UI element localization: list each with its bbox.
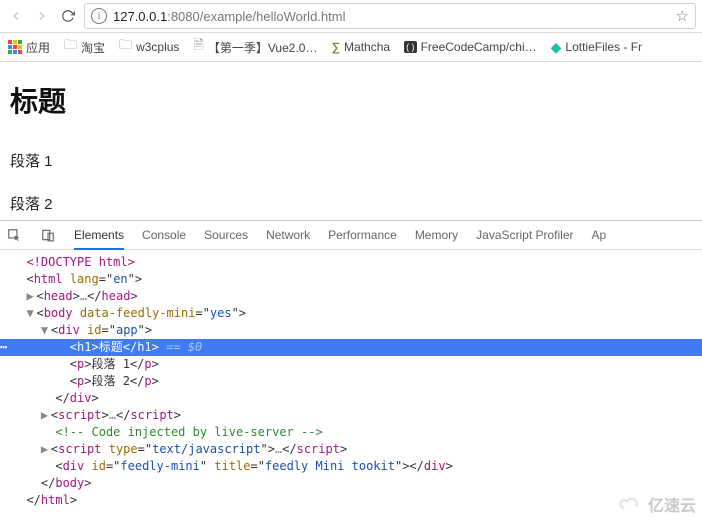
tab-sources[interactable]: Sources xyxy=(204,222,248,248)
dom-feedly-div[interactable]: <div id="feedly-mini" title="feedly Mini… xyxy=(0,458,702,475)
bookmark-apps[interactable]: 应用 xyxy=(8,39,50,56)
address-bar[interactable]: i 127.0.0.1:8080/example/helloWorld.html… xyxy=(84,3,696,29)
url-host: 127.0.0.1:8080/example/helloWorld.html xyxy=(113,9,345,24)
dom-doctype[interactable]: <!DOCTYPE html> xyxy=(0,254,702,271)
bookmark-taobao[interactable]: 🗀 淘宝 xyxy=(64,36,105,58)
bookmark-mathcha[interactable]: ∑ Mathcha xyxy=(331,40,390,54)
devtools-panel: Elements Console Sources Network Perform… xyxy=(0,220,702,513)
tab-console[interactable]: Console xyxy=(142,222,186,248)
bookmark-vue[interactable]: 🗎 【第一季】Vue2.0… xyxy=(193,36,317,58)
dom-body-close[interactable]: </body> xyxy=(0,475,702,492)
dom-body-open[interactable]: ▼<body data-feedly-mini="yes"> xyxy=(0,305,702,322)
site-info-icon[interactable]: i xyxy=(91,8,107,24)
dom-html-close[interactable]: </html> xyxy=(0,492,702,509)
devtools-tabs: Elements Console Sources Network Perform… xyxy=(0,221,702,250)
bookmark-fcc[interactable]: ( ) FreeCodeCamp/chi… xyxy=(404,40,537,54)
bookmark-lottie[interactable]: ◆ LottieFiles - Fr xyxy=(551,39,642,56)
folder-icon: 🗀 xyxy=(64,36,77,58)
bookmark-star-icon[interactable]: ☆ xyxy=(676,7,689,25)
inspect-element-icon[interactable] xyxy=(6,227,22,243)
forward-button[interactable] xyxy=(32,6,52,26)
dom-h1-selected[interactable]: <h1>标题</h1> == $0 xyxy=(0,339,702,356)
dom-html-open[interactable]: <html lang="en"> xyxy=(0,271,702,288)
page-title: 标题 xyxy=(10,80,692,120)
dom-tree[interactable]: <!DOCTYPE html> <html lang="en"> ▶<head>… xyxy=(0,250,702,513)
bookmark-label: w3cplus xyxy=(136,40,179,54)
tab-memory[interactable]: Memory xyxy=(415,222,458,248)
back-button[interactable] xyxy=(6,6,26,26)
device-toolbar-icon[interactable] xyxy=(40,227,56,243)
dom-div-app-open[interactable]: ▼<div id="app"> xyxy=(0,322,702,339)
page-content: 标题 段落 1 段落 2 xyxy=(0,62,702,220)
bookmark-label: LottieFiles - Fr xyxy=(565,40,642,54)
apps-icon xyxy=(8,40,22,54)
browser-navbar: i 127.0.0.1:8080/example/helloWorld.html… xyxy=(0,0,702,33)
bookmark-label: Mathcha xyxy=(344,40,390,54)
tab-elements[interactable]: Elements xyxy=(74,222,124,250)
bookmark-w3cplus[interactable]: 🗀 w3cplus xyxy=(119,36,179,58)
mathcha-icon: ∑ xyxy=(331,40,340,54)
tab-application[interactable]: Ap xyxy=(592,222,607,248)
watermark: 亿速云 xyxy=(618,492,696,516)
bookmark-label: 淘宝 xyxy=(81,39,105,56)
dom-comment[interactable]: <!-- Code injected by live-server --> xyxy=(0,424,702,441)
bookmark-label: 【第一季】Vue2.0… xyxy=(208,39,318,56)
bookmark-label: 应用 xyxy=(26,39,50,56)
dom-div-app-close[interactable]: </div> xyxy=(0,390,702,407)
fcc-icon: ( ) xyxy=(404,41,417,53)
tab-jsprofiler[interactable]: JavaScript Profiler xyxy=(476,222,573,248)
folder-icon: 🗀 xyxy=(119,36,132,58)
lottie-icon: ◆ xyxy=(551,39,562,56)
bookmark-label: FreeCodeCamp/chi… xyxy=(421,40,537,54)
reload-button[interactable] xyxy=(58,6,78,26)
dom-script1[interactable]: ▶<script>…</script> xyxy=(0,407,702,424)
paragraph-1: 段落 1 xyxy=(10,150,692,171)
dom-p1[interactable]: <p>段落 1</p> xyxy=(0,356,702,373)
dom-head[interactable]: ▶<head>…</head> xyxy=(0,288,702,305)
paragraph-2: 段落 2 xyxy=(10,193,692,214)
dom-script2[interactable]: ▶<script type="text/javascript">…</scrip… xyxy=(0,441,702,458)
tab-network[interactable]: Network xyxy=(266,222,310,248)
dom-p2[interactable]: <p>段落 2</p> xyxy=(0,373,702,390)
tab-performance[interactable]: Performance xyxy=(328,222,397,248)
bookmarks-bar: 应用 🗀 淘宝 🗀 w3cplus 🗎 【第一季】Vue2.0… ∑ Mathc… xyxy=(0,33,702,62)
file-icon: 🗎 xyxy=(193,36,203,58)
